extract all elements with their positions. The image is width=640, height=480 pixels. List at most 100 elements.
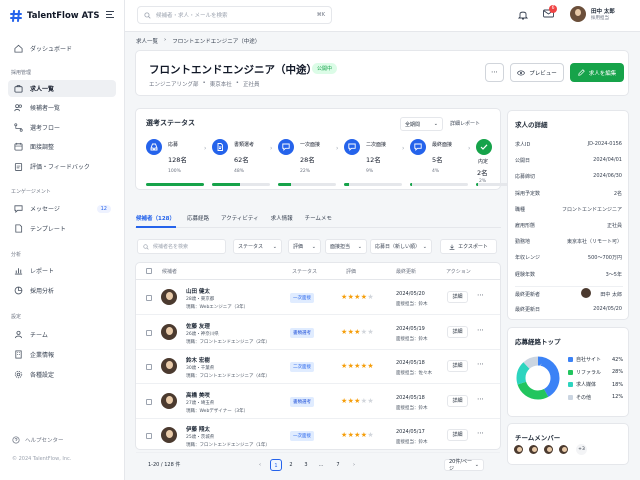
sidebar-item-interviews[interactable]: 面接調整 bbox=[8, 138, 116, 155]
legend-swatch bbox=[568, 394, 573, 400]
stage-progress-bar bbox=[212, 183, 270, 186]
sidebar-item-analytics[interactable]: 採用分析 bbox=[8, 282, 116, 299]
menu-toggle-icon[interactable] bbox=[106, 11, 114, 18]
owner-filter[interactable]: 面接担当 ⌄ bbox=[325, 239, 367, 254]
status-filter[interactable]: ステータス ⌄ bbox=[233, 239, 282, 254]
tab-team-notes[interactable]: チームメモ bbox=[305, 214, 332, 222]
row-more-icon[interactable]: ⋯ bbox=[477, 360, 484, 368]
detail-value: 正社員 bbox=[606, 223, 622, 229]
detail-value: フロントエンドエンジニア bbox=[561, 206, 622, 213]
user-menu[interactable]: 田中 太郎 採用担当 bbox=[570, 6, 615, 22]
edit-job-button[interactable]: 求人を編集 bbox=[570, 63, 624, 82]
row-checkbox[interactable] bbox=[146, 364, 152, 370]
team-member-avatar[interactable] bbox=[513, 444, 524, 455]
sort-select[interactable]: 応募日（新しい順） ⌄ bbox=[370, 239, 432, 254]
team-member-avatar[interactable] bbox=[558, 444, 569, 455]
help-center-link[interactable]: ヘルプセンター bbox=[12, 436, 64, 444]
help-label: ヘルプセンター bbox=[25, 438, 64, 444]
table-row[interactable]: 鈴木 宏樹 30歳・千葉県 現職：フロントエンドエンジニア（4年） 二次面接 ★★★★★… bbox=[136, 350, 500, 384]
legend-swatch bbox=[568, 357, 573, 362]
chevron-right-icon: › bbox=[270, 145, 273, 152]
detail-button[interactable]: 詳細 bbox=[447, 360, 468, 372]
candidate-name[interactable]: 鈴木 宏樹 bbox=[186, 356, 210, 364]
app-name: TalentFlow ATS bbox=[27, 11, 100, 21]
bell-icon[interactable] bbox=[518, 9, 528, 20]
legend-item: リファラル 28% bbox=[568, 369, 623, 376]
sidebar-item-jobs[interactable]: 求人一覧 bbox=[8, 80, 116, 97]
legend-item: その他 12% bbox=[568, 394, 623, 401]
sidebar-item-flow[interactable]: 選考フロー bbox=[8, 119, 116, 136]
sidebar-item-team[interactable]: チーム bbox=[8, 326, 116, 343]
tab-job-info[interactable]: 求人情報 bbox=[271, 214, 293, 222]
row-checkbox[interactable] bbox=[146, 433, 152, 439]
tab-activity[interactable]: アクティビティ bbox=[221, 214, 259, 222]
row-checkbox[interactable] bbox=[146, 398, 152, 405]
global-search-input[interactable]: 候補者・求人・メールを検索 ⌘K bbox=[137, 6, 332, 24]
sidebar-item-reports[interactable]: レポート bbox=[8, 262, 116, 279]
team-member-avatar[interactable] bbox=[528, 444, 539, 455]
sidebar-item-label: 評価・フィードバック bbox=[30, 164, 90, 171]
table-row[interactable]: 伊藤 翔太 25歳・茨城県 現職：フロントエンドエンジニア（1年） 一次面接 ★★★★★… bbox=[136, 419, 500, 453]
prev-page-button[interactable]: ‹ bbox=[254, 459, 266, 471]
stage-progress-fill bbox=[278, 183, 291, 186]
app-logo[interactable]: TalentFlow ATS bbox=[10, 10, 99, 22]
sidebar-item-company[interactable]: 企業情報 bbox=[8, 346, 116, 363]
breadcrumb-current: フロントエンドエンジニア（中途） bbox=[172, 39, 261, 45]
breadcrumb-jobs-link[interactable]: 求人一覧 bbox=[136, 37, 158, 45]
team-member-avatar[interactable] bbox=[543, 444, 554, 455]
period-select[interactable]: 全期間 ⌄ bbox=[400, 117, 443, 131]
candidate-search-input[interactable]: 候補者名を検索 bbox=[137, 239, 226, 254]
candidate-name[interactable]: 山田 健太 bbox=[186, 287, 210, 295]
sidebar-item-dashboard[interactable]: ダッシュボード bbox=[8, 40, 116, 57]
detail-button[interactable]: 詳細 bbox=[447, 291, 468, 303]
select-all-checkbox[interactable] bbox=[146, 268, 152, 274]
page-1[interactable]: 1 bbox=[270, 459, 282, 471]
row-more-icon[interactable]: ⋯ bbox=[477, 429, 484, 437]
chevron-down-icon: ⌄ bbox=[311, 243, 316, 250]
home-icon bbox=[14, 44, 23, 53]
candidate-name[interactable]: 伊藤 翔太 bbox=[186, 425, 210, 433]
next-page-button[interactable]: › bbox=[348, 459, 360, 471]
table-row[interactable]: 高橋 美咲 27歳・埼玉県 現職：Webデザイナー（3年） 書類選考 ★★★★★ 2024… bbox=[136, 385, 500, 419]
page-3[interactable]: 3 bbox=[300, 459, 312, 471]
page-title: フロントエンドエンジニア（中途） bbox=[149, 64, 317, 76]
sidebar-item-messages[interactable]: メッセージ 12 bbox=[8, 200, 116, 217]
legend-item: 求人媒体 18% bbox=[568, 381, 623, 388]
candidate-name[interactable]: 高橋 美咲 bbox=[186, 391, 210, 399]
sidebar-section-analysis: 分析 bbox=[11, 252, 22, 258]
candidate-info: 26歳・神奈川県 bbox=[186, 331, 219, 337]
table-row[interactable]: 山田 健太 28歳・東京都 現職：Webエンジニア（3年） 一次面接 ★★★★★ 2024… bbox=[136, 281, 500, 315]
detail-button[interactable]: 詳細 bbox=[447, 429, 468, 441]
candidate-name[interactable]: 佐藤 友理 bbox=[186, 322, 210, 330]
sidebar-item-feedback[interactable]: 評価・フィードバック bbox=[8, 158, 116, 175]
row-checkbox[interactable] bbox=[146, 329, 152, 336]
row-more-icon[interactable]: ⋯ bbox=[477, 326, 484, 334]
row-checkbox[interactable] bbox=[146, 295, 152, 301]
chevron-down-icon: ⌄ bbox=[422, 243, 427, 250]
row-more-icon[interactable]: ⋯ bbox=[477, 291, 484, 299]
chevron-right-icon: › bbox=[402, 145, 405, 152]
stage-name: 書類選考 bbox=[234, 142, 255, 148]
detail-button[interactable]: 詳細 bbox=[447, 394, 468, 407]
star-filled-icon: ★ bbox=[341, 327, 348, 336]
more-options-button[interactable]: ⋯ bbox=[485, 63, 504, 82]
sidebar-item-label: メッセージ bbox=[30, 206, 60, 213]
export-button[interactable]: エクスポート bbox=[440, 239, 497, 254]
tab-channels[interactable]: 応募経路 bbox=[187, 214, 209, 222]
page-size-select[interactable]: 20件/ページ ⌄ bbox=[444, 459, 484, 472]
row-more-icon[interactable]: ⋯ bbox=[477, 395, 484, 403]
tab-candidates[interactable]: 候補者（128） bbox=[136, 214, 175, 222]
more-members-badge[interactable]: +3 bbox=[576, 444, 587, 455]
detail-report-link[interactable]: 詳細レポート bbox=[450, 120, 480, 127]
sidebar-item-templates[interactable]: テンプレート bbox=[8, 220, 116, 237]
rating-filter[interactable]: 評価 ⌄ bbox=[288, 239, 321, 254]
page-ellipsis: … bbox=[318, 462, 324, 468]
page-2[interactable]: 2 bbox=[285, 459, 297, 471]
detail-button[interactable]: 詳細 bbox=[447, 325, 468, 338]
sidebar-item-settings[interactable]: 各種設定 bbox=[8, 366, 116, 383]
export-label: エクスポート bbox=[458, 244, 488, 250]
preview-button[interactable]: プレビュー bbox=[510, 63, 564, 82]
page-7[interactable]: 7 bbox=[332, 459, 344, 471]
table-row[interactable]: 佐藤 友理 26歳・神奈川県 現職：フロントエンドエンジニア（2年） 書類選考 ★★★★… bbox=[136, 316, 500, 350]
sidebar-item-candidates[interactable]: 候補者一覧 bbox=[8, 99, 116, 116]
